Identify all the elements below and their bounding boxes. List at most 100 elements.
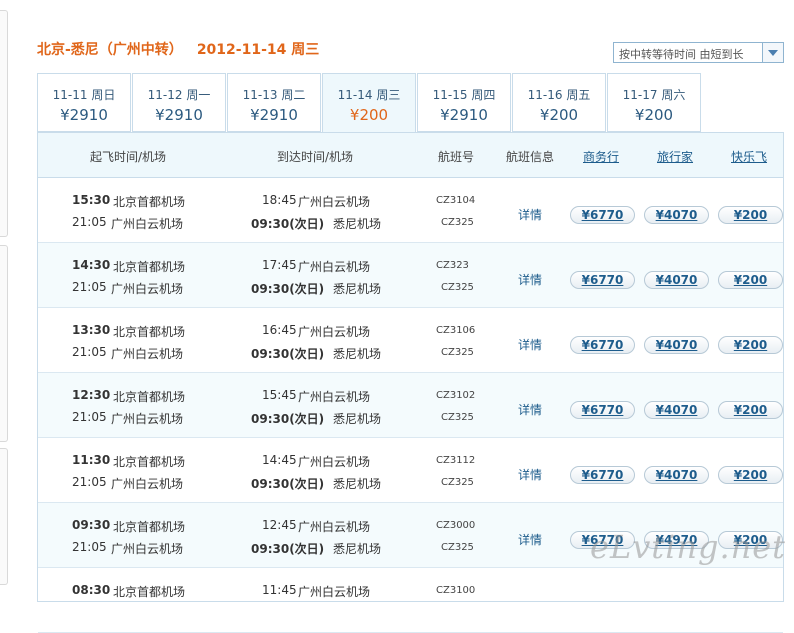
- transfer-arrive-airport: 广州白云机场: [298, 455, 371, 469]
- transfer-arrive-time: 12:45: [262, 518, 297, 532]
- left-edge-strip: [0, 0, 8, 589]
- price-button-lvxingjia[interactable]: ¥4070: [644, 271, 709, 289]
- route-date: 2012-11-14 周三: [196, 42, 320, 58]
- arrive-time: 09:30(次日): [251, 477, 325, 491]
- arrive-airport: 悉尼机场: [333, 282, 382, 296]
- arrive-time: 09:30(次日): [251, 217, 325, 231]
- flight-number-2: CZ325: [441, 347, 474, 358]
- col-agency-lvxingjia[interactable]: 旅行家: [657, 148, 693, 165]
- col-agency-shangwuxing[interactable]: 商务行: [583, 148, 619, 165]
- route-title: 北京-悉尼（广州中转） 2012-11-14 周三: [37, 39, 319, 59]
- price-button-kuailefei[interactable]: ¥200: [718, 401, 783, 419]
- date-tab[interactable]: 11-13 周二 ¥2910: [227, 73, 321, 132]
- flight-number-2: CZ325: [441, 282, 474, 293]
- date-tab-price: ¥200: [634, 106, 674, 124]
- arrive-airport: 悉尼机场: [333, 412, 382, 426]
- price-button-lvxingjia[interactable]: ¥4070: [644, 466, 709, 484]
- flight-detail-link[interactable]: 详情: [518, 466, 542, 483]
- transfer-arrive-time: 18:45: [262, 193, 297, 207]
- depart-airport: 北京首都机场: [113, 195, 186, 209]
- arrive-airport: 悉尼机场: [333, 217, 382, 231]
- flight-row: 15:30 北京首都机场 21:05 广州白云机场 18:45 广州白云机场 09:30(次…: [38, 178, 783, 243]
- flight-number-1: CZ3104: [436, 195, 476, 206]
- transfer-arrive-airport: 广州白云机场: [298, 325, 371, 339]
- flight-row: 08:30 北京首都机场 11:45 广州白云机场 CZ3100: [38, 568, 783, 633]
- flight-row: 14:30 北京首都机场 21:05 广州白云机场 17:45 广州白云机场 09:30(次…: [38, 243, 783, 308]
- transfer-arrive-airport: 广州白云机场: [298, 585, 371, 599]
- flight-detail-link[interactable]: 详情: [518, 336, 542, 353]
- transfer-depart-airport: 广州白云机场: [111, 347, 184, 361]
- transfer-arrive-time: 11:45: [262, 583, 297, 597]
- left-edge-panel: [0, 448, 8, 585]
- transfer-arrive-time: 16:45: [262, 323, 297, 337]
- transfer-depart-time: 21:05: [72, 345, 107, 359]
- flight-number-1: CZ323: [436, 260, 469, 271]
- flight-number-2: CZ325: [441, 412, 474, 423]
- depart-airport: 北京首都机场: [113, 455, 186, 469]
- price-button-lvxingjia[interactable]: ¥4070: [644, 401, 709, 419]
- col-agency-kuailefei[interactable]: 快乐飞: [731, 148, 767, 165]
- price-button-shangwuxing[interactable]: ¥6770: [570, 336, 635, 354]
- date-tab-date: 11-14 周三: [337, 88, 401, 102]
- flight-number-1: CZ3000: [436, 520, 476, 531]
- transfer-depart-time: 21:05: [72, 475, 107, 489]
- date-tab[interactable]: 11-11 周日 ¥2910: [37, 73, 131, 132]
- col-depart: 起飞时间/机场: [90, 150, 167, 164]
- price-button-shangwuxing[interactable]: ¥6770: [570, 466, 635, 484]
- flight-number-1: CZ3106: [436, 325, 476, 336]
- flight-detail-link[interactable]: 详情: [518, 531, 542, 548]
- col-flight-info: 航班信息: [506, 150, 555, 164]
- sort-order-select[interactable]: 按中转等待时间 由短到长: [613, 42, 784, 63]
- transfer-depart-time: 21:05: [72, 215, 107, 229]
- flight-detail-link[interactable]: 详情: [518, 271, 542, 288]
- table-header: 起飞时间/机场 到达时间/机场 航班号 航班信息 商务行 旅行家 快乐飞: [38, 133, 783, 178]
- date-tab[interactable]: 11-16 周五 ¥200: [512, 73, 606, 132]
- chevron-down-icon: [768, 50, 778, 56]
- price-button-shangwuxing[interactable]: ¥6770: [570, 401, 635, 419]
- transfer-depart-time: 21:05: [72, 280, 107, 294]
- depart-time: 11:30: [72, 453, 111, 467]
- flight-number-1: CZ3100: [436, 585, 476, 596]
- route-name: 北京-悉尼（广州中转）: [37, 42, 183, 58]
- depart-airport: 北京首都机场: [113, 585, 186, 599]
- depart-airport: 北京首都机场: [113, 260, 186, 274]
- flight-detail-link[interactable]: 详情: [518, 206, 542, 223]
- watermark: eLvting.net: [590, 528, 787, 566]
- transfer-arrive-airport: 广州白云机场: [298, 390, 371, 404]
- depart-time: 15:30: [72, 193, 111, 207]
- date-tab[interactable]: 11-17 周六 ¥200: [607, 73, 701, 132]
- flight-number-2: CZ325: [441, 477, 474, 488]
- transfer-arrive-airport: 广州白云机场: [298, 520, 371, 534]
- price-button-shangwuxing[interactable]: ¥6770: [570, 271, 635, 289]
- date-tab[interactable]: 11-15 周四 ¥2910: [417, 73, 511, 132]
- date-tab[interactable]: 11-12 周一 ¥2910: [132, 73, 226, 132]
- price-button-kuailefei[interactable]: ¥200: [718, 271, 783, 289]
- flight-detail-link[interactable]: 详情: [518, 401, 542, 418]
- date-tab-price: ¥200: [349, 106, 389, 124]
- date-tab[interactable]: 11-14 周三 ¥200: [322, 73, 416, 133]
- date-tab-date: 11-15 周四: [432, 88, 496, 102]
- depart-time: 09:30: [72, 518, 111, 532]
- price-button-shangwuxing[interactable]: ¥6770: [570, 206, 635, 224]
- date-tab-date: 11-16 周五: [527, 88, 591, 102]
- depart-airport: 北京首都机场: [113, 390, 186, 404]
- transfer-arrive-airport: 广州白云机场: [298, 195, 371, 209]
- transfer-depart-airport: 广州白云机场: [111, 477, 184, 491]
- flight-number-2: CZ325: [441, 217, 474, 228]
- date-tab-price: ¥2910: [250, 106, 298, 124]
- depart-airport: 北京首都机场: [113, 325, 186, 339]
- arrive-time: 09:30(次日): [251, 282, 325, 296]
- sort-dropdown-button[interactable]: [762, 43, 783, 62]
- price-button-kuailefei[interactable]: ¥200: [718, 206, 783, 224]
- transfer-arrive-airport: 广州白云机场: [298, 260, 371, 274]
- price-button-kuailefei[interactable]: ¥200: [718, 466, 783, 484]
- transfer-arrive-time: 14:45: [262, 453, 297, 467]
- arrive-time: 09:30(次日): [251, 542, 325, 556]
- price-button-lvxingjia[interactable]: ¥4070: [644, 206, 709, 224]
- price-button-kuailefei[interactable]: ¥200: [718, 336, 783, 354]
- transfer-arrive-time: 15:45: [262, 388, 297, 402]
- transfer-arrive-time: 17:45: [262, 258, 297, 272]
- date-tab-price: ¥2910: [440, 106, 488, 124]
- price-button-lvxingjia[interactable]: ¥4070: [644, 336, 709, 354]
- date-tab-date: 11-17 周六: [622, 88, 686, 102]
